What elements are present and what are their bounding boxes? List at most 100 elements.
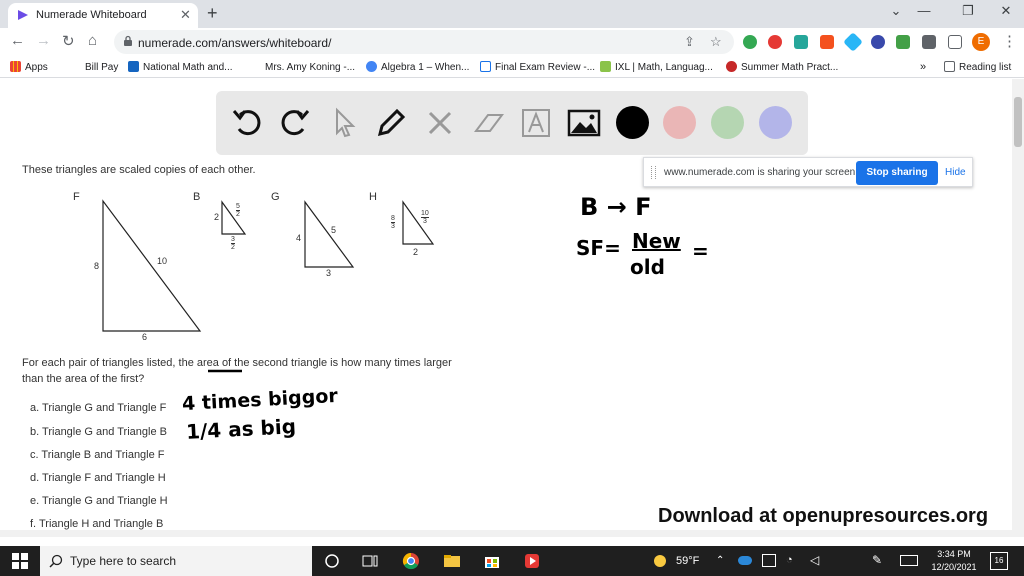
url-text: numerade.com/answers/whiteboard/ xyxy=(138,36,332,50)
item-b: b. Triangle G and Triangle B xyxy=(30,426,167,438)
bookmarks-more-icon[interactable]: » xyxy=(920,61,926,73)
vertical-scrollbar[interactable] xyxy=(1012,79,1024,537)
share-icon[interactable]: ⇪ xyxy=(684,34,695,50)
file-explorer-icon[interactable] xyxy=(442,551,462,571)
tab-numerade[interactable]: Numerade Whiteboard ✕ xyxy=(8,3,198,28)
triangle-b-left-side: 2 xyxy=(214,212,220,222)
handwritten-old: old xyxy=(630,255,665,279)
doc-icon xyxy=(480,61,491,72)
triangle-h-label: H xyxy=(369,191,377,203)
bookmark-star-icon[interactable]: ☆ xyxy=(710,34,722,50)
triangle-h-hyp-den: 3 xyxy=(422,218,427,225)
bookmark-summer-math[interactable]: Summer Math Pract... xyxy=(726,61,838,73)
stop-sharing-button[interactable]: Stop sharing xyxy=(856,161,938,185)
color-swatch-pink[interactable] xyxy=(663,106,696,139)
triangle-b-label: B xyxy=(193,191,201,203)
bookmark-amy-koning[interactable]: Mrs. Amy Koning -... xyxy=(250,61,355,73)
tab-close-icon[interactable]: ✕ xyxy=(180,7,191,23)
item-d: d. Triangle F and Triangle H xyxy=(30,472,166,484)
chrome-icon[interactable] xyxy=(401,551,421,571)
triangle-f xyxy=(102,199,202,332)
color-swatch-purple[interactable] xyxy=(759,106,792,139)
taskbar-search-box[interactable]: Type here to search xyxy=(40,546,312,576)
store-icon[interactable] xyxy=(482,551,502,571)
address-bar[interactable]: numerade.com/answers/whiteboard/ ⇪ ☆ xyxy=(114,30,734,54)
bookmark-bill-pay[interactable]: Bill Pay xyxy=(70,61,118,73)
browser-toolbar: ← → ↻ ⌂ numerade.com/answers/whiteboard/… xyxy=(0,28,1024,56)
text-tool-icon[interactable] xyxy=(518,105,554,141)
openup-watermark: Download at openupresources.org xyxy=(658,505,989,527)
color-swatch-black[interactable] xyxy=(616,106,649,139)
volume-icon[interactable]: ◁ xyxy=(810,553,819,567)
extension-record-icon[interactable] xyxy=(768,35,782,49)
windows-start-icon[interactable] xyxy=(10,551,30,571)
reading-list-icon xyxy=(944,61,955,72)
triangle-b-base: 3 2 xyxy=(231,236,235,251)
menu-kebab-icon[interactable]: ⋮ xyxy=(1002,32,1017,50)
tray-chevron-icon[interactable]: ⌃ xyxy=(716,555,724,566)
onedrive-icon[interactable] xyxy=(738,556,752,565)
extension-clip-icon[interactable] xyxy=(820,35,834,49)
taskbar-clock[interactable]: 3:34 PM 12/20/2021 xyxy=(928,548,980,574)
color-swatch-green[interactable] xyxy=(711,106,744,139)
notification-center-icon[interactable]: 16 xyxy=(990,552,1008,570)
close-window-button[interactable]: ✕ xyxy=(986,3,1024,19)
handwritten-answer-a: 4 times biggor xyxy=(181,384,339,416)
pen-icon[interactable] xyxy=(373,105,409,141)
whiteboard-toolbar xyxy=(216,91,808,155)
triangle-g-hypotenuse: 5 xyxy=(331,225,337,235)
keyboard-icon[interactable] xyxy=(900,555,918,566)
hide-share-bar-button[interactable]: Hide xyxy=(945,167,966,178)
triangle-b xyxy=(221,200,247,235)
cortana-icon[interactable] xyxy=(322,551,342,571)
new-tab-button[interactable]: + xyxy=(207,3,218,24)
ixl-icon xyxy=(600,61,611,72)
forward-icon[interactable]: → xyxy=(36,32,51,49)
extensions-puzzle-icon[interactable] xyxy=(922,35,936,49)
restore-button[interactable]: ❐ xyxy=(948,3,988,19)
item-c: c. Triangle B and Triangle F xyxy=(30,449,165,461)
bookmark-national-math[interactable]: National Math and... xyxy=(128,61,233,73)
bookmark-ixl[interactable]: IXL | Math, Languag... xyxy=(600,61,713,73)
task-view-icon[interactable] xyxy=(360,551,380,571)
image-tool-icon[interactable] xyxy=(566,105,602,141)
scrollbar-thumb[interactable] xyxy=(1014,97,1022,147)
network-wifi-icon[interactable]: ◔ xyxy=(786,554,793,566)
weather-temperature[interactable]: 59°F xyxy=(676,555,699,567)
triangle-g-left-side: 4 xyxy=(296,233,302,243)
bookmark-apps[interactable]: Apps xyxy=(10,61,48,73)
triangle-b-base-num: 3 xyxy=(231,236,235,244)
handwritten-b-to-f: B → F xyxy=(580,193,652,221)
screen-share-bar: www.numerade.com is sharing your screen.… xyxy=(643,157,973,187)
horizontal-scrollbar[interactable] xyxy=(0,530,1012,537)
profile-avatar[interactable]: E xyxy=(972,33,990,51)
bookmark-algebra-1[interactable]: Algebra 1 – When... xyxy=(366,61,469,73)
triangles-figure xyxy=(102,199,435,332)
redo-icon[interactable] xyxy=(276,105,312,141)
pointer-icon[interactable] xyxy=(326,105,362,141)
whiteboard-page[interactable]: www.numerade.com is sharing your screen.… xyxy=(0,79,1012,537)
bookmark-final-exam[interactable]: Final Exam Review -... xyxy=(480,61,595,73)
extension-k-icon[interactable] xyxy=(871,35,885,49)
back-icon[interactable]: ← xyxy=(10,32,25,49)
reload-icon[interactable]: ↻ xyxy=(62,32,75,50)
triangle-f-label: F xyxy=(73,191,80,203)
handwritten-sf: SF= xyxy=(576,236,621,260)
extension-diamond-icon[interactable] xyxy=(843,32,863,52)
drag-grip-icon[interactable] xyxy=(651,166,656,179)
pen-ink-icon[interactable]: ✎ xyxy=(872,553,882,567)
minimize-button[interactable]: — xyxy=(904,3,944,18)
eraser-icon[interactable] xyxy=(470,105,506,141)
reading-list-button[interactable]: Reading list xyxy=(944,61,1011,73)
undo-icon[interactable] xyxy=(230,105,266,141)
battery-icon[interactable] xyxy=(762,554,776,567)
apps-grid-icon xyxy=(10,61,21,72)
home-icon[interactable]: ⌂ xyxy=(88,32,97,49)
extension-plus-icon[interactable] xyxy=(743,35,757,49)
cast-icon[interactable] xyxy=(948,35,962,49)
tools-icon[interactable] xyxy=(422,105,458,141)
extension-screen-icon[interactable] xyxy=(794,35,808,49)
screen-recorder-icon[interactable] xyxy=(522,551,542,571)
extension-check-icon[interactable] xyxy=(896,35,910,49)
bookmarks-bar: Apps Bill Pay National Math and... Mrs. … xyxy=(0,56,1024,78)
